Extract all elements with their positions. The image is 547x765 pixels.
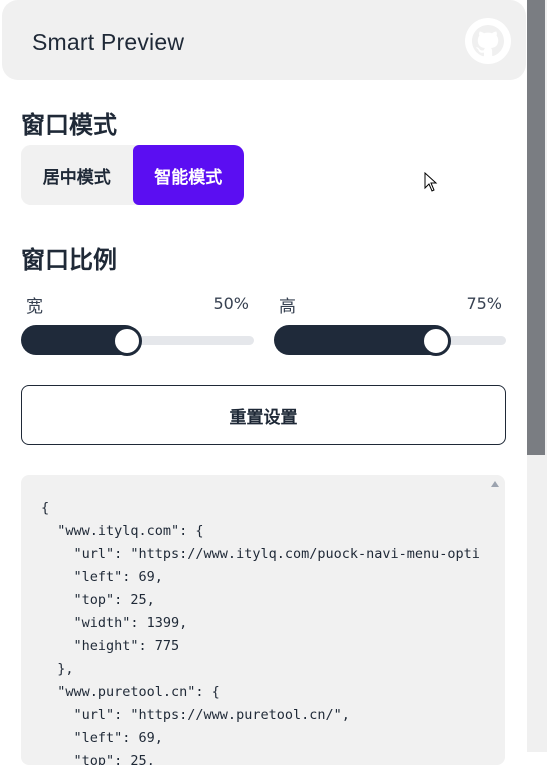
config-json-line: "top": 25,	[73, 592, 155, 608]
config-json-line: "url": "https://www.puretool.cn/",	[73, 707, 350, 723]
config-json-line: "height": 775	[73, 638, 180, 654]
width-value: 50%	[213, 294, 249, 313]
config-json-text: { "www.itylq.com": { "url": "https://www…	[41, 497, 480, 765]
config-json-line: "www.puretool.cn": {	[57, 684, 220, 700]
width-label: 宽	[26, 297, 43, 317]
config-json-line: },	[57, 661, 74, 677]
center-mode-button[interactable]: 居中模式	[21, 145, 133, 205]
code-scroll-up-icon[interactable]	[491, 481, 499, 487]
window-ratio-title: 窗口比例	[21, 246, 117, 274]
reset-settings-button[interactable]: 重置设置	[21, 385, 506, 445]
window-mode-toggle: 居中模式 智能模式	[21, 145, 244, 205]
header-bar: Smart Preview	[2, 0, 526, 80]
width-slider-thumb[interactable]	[112, 326, 142, 356]
height-label: 高	[279, 297, 296, 317]
config-json-line: "left": 69,	[73, 569, 163, 585]
config-json-line: "width": 1399,	[73, 615, 188, 631]
config-json-line: "left": 69,	[73, 730, 163, 746]
height-slider-thumb[interactable]	[421, 326, 451, 356]
mouse-cursor-icon	[424, 172, 438, 192]
height-value: 75%	[466, 294, 502, 313]
app-title: Smart Preview	[32, 29, 185, 55]
config-json-line: {	[41, 500, 50, 516]
config-json-line: "url": "https://www.itylq.com/puock-navi…	[73, 546, 480, 562]
smart-mode-button[interactable]: 智能模式	[132, 145, 244, 205]
config-json-box[interactable]: { "www.itylq.com": { "url": "https://www…	[21, 475, 505, 765]
window-mode-title: 窗口模式	[21, 111, 117, 139]
github-icon[interactable]	[464, 17, 512, 65]
config-json-line: "www.itylq.com": {	[57, 523, 204, 539]
config-json-line: "top": 25,	[73, 753, 155, 765]
page-scrollbar-thumb[interactable]	[527, 0, 545, 455]
